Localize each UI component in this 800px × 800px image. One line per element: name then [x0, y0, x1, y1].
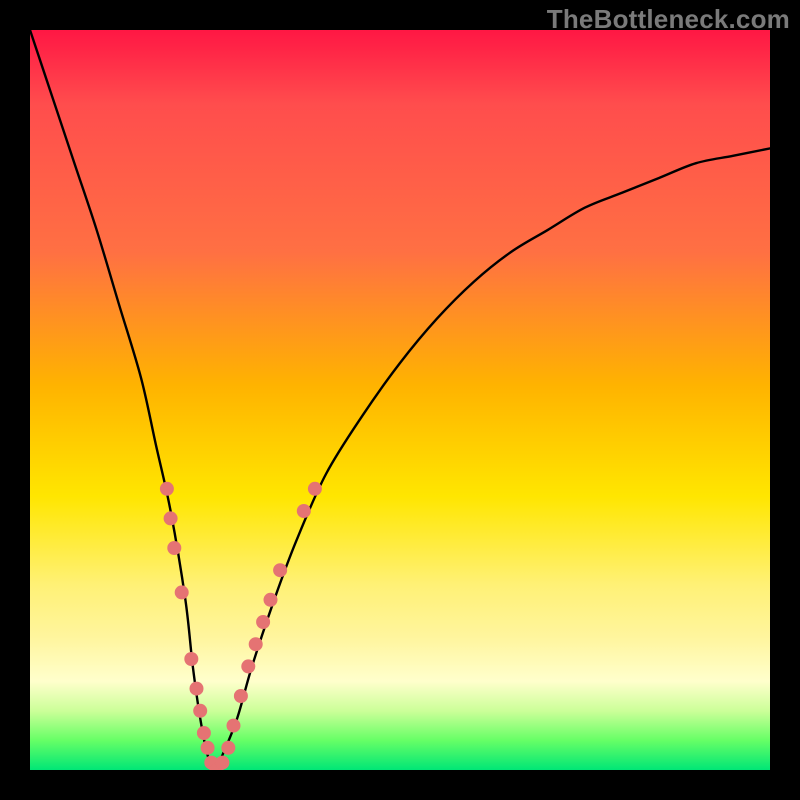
sample-point — [249, 637, 263, 651]
sample-point — [273, 563, 287, 577]
bottleneck-curve — [30, 30, 770, 770]
sample-point — [308, 482, 322, 496]
sample-point — [167, 541, 181, 555]
sample-point — [215, 756, 229, 770]
sample-point — [184, 652, 198, 666]
sample-points — [160, 482, 322, 770]
sample-point — [234, 689, 248, 703]
sample-point — [160, 482, 174, 496]
sample-point — [201, 741, 215, 755]
sample-point — [164, 511, 178, 525]
sample-point — [221, 741, 235, 755]
sample-point — [297, 504, 311, 518]
sample-point — [241, 659, 255, 673]
chart-plot-area — [30, 30, 770, 770]
sample-point — [256, 615, 270, 629]
chart-frame: TheBottleneck.com — [0, 0, 800, 800]
sample-point — [175, 585, 189, 599]
sample-point — [197, 726, 211, 740]
sample-point — [227, 719, 241, 733]
sample-point — [193, 704, 207, 718]
sample-point — [264, 593, 278, 607]
sample-point — [190, 682, 204, 696]
chart-svg — [30, 30, 770, 770]
